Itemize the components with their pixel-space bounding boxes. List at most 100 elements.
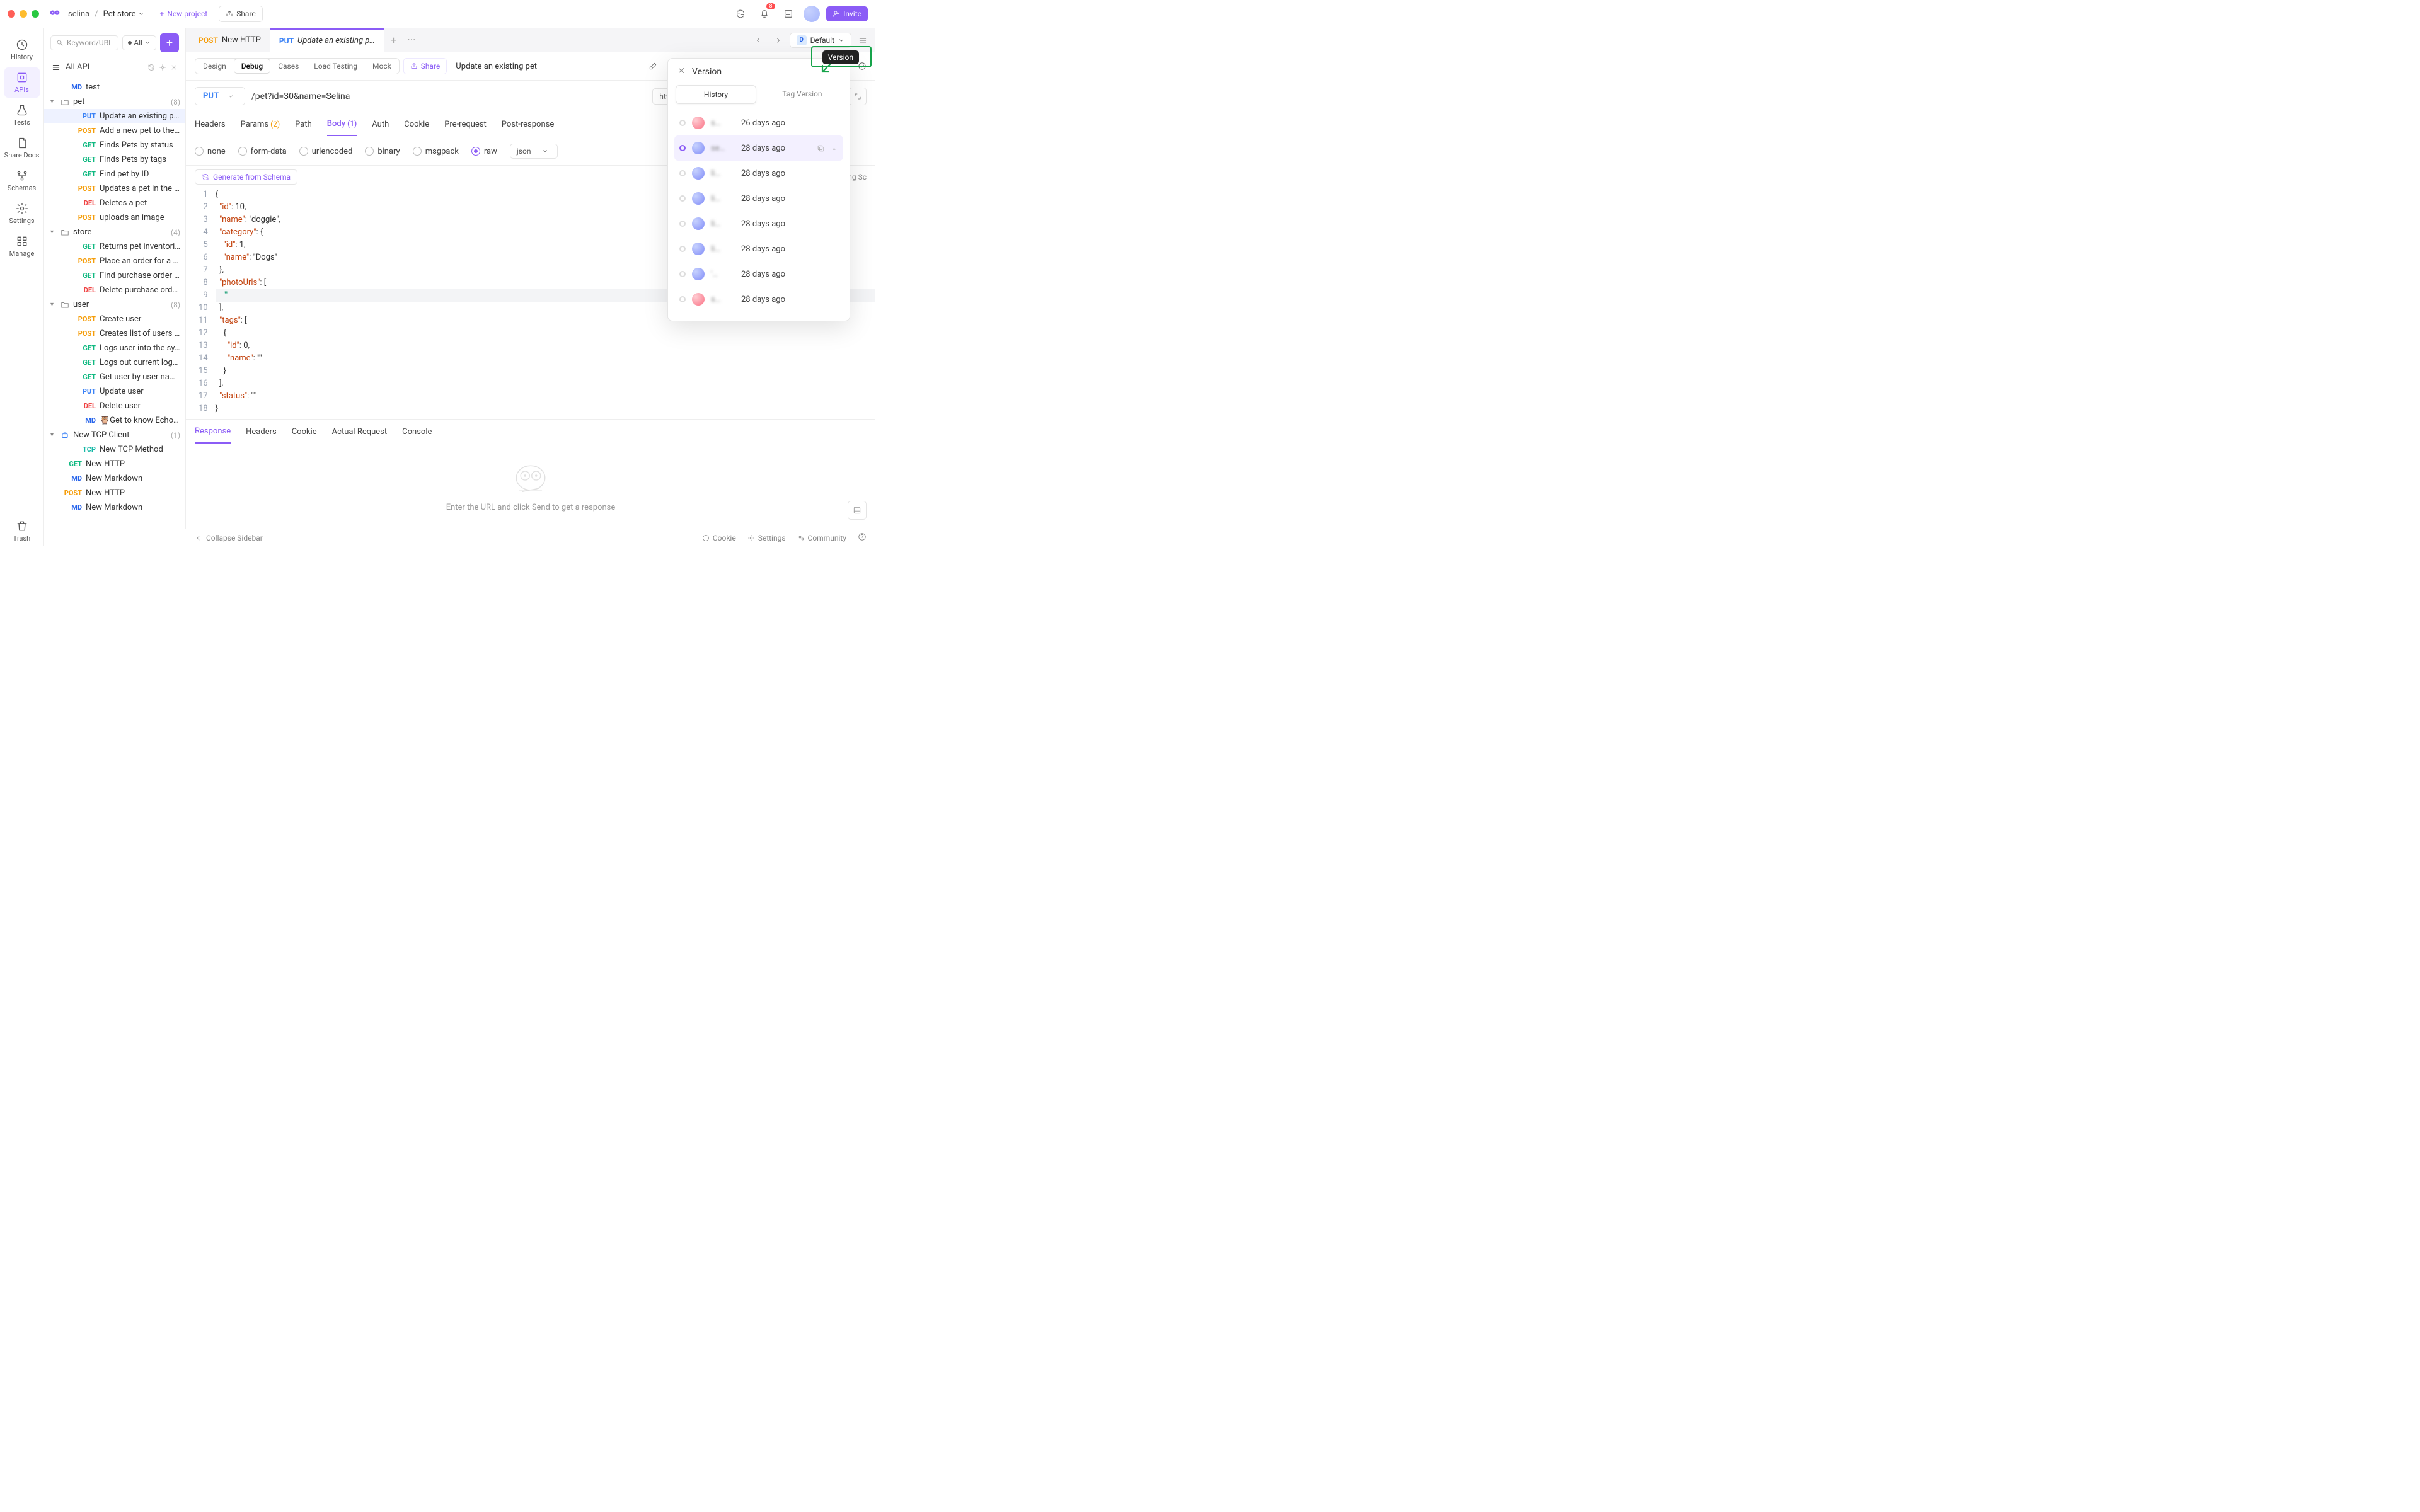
close-window-button[interactable] [8,10,15,18]
rail-tests[interactable]: Tests [4,100,40,130]
search-input[interactable]: Keyword/URL [50,35,118,50]
rail-manage[interactable]: Manage [4,231,40,261]
method-select[interactable]: PUT [195,87,245,105]
refresh-icon[interactable] [147,64,155,71]
reqtab-pre[interactable]: Pre-request [444,113,487,135]
environment-dropdown[interactable]: DDefault [790,33,851,48]
rail-schemas[interactable]: Schemas [4,166,40,196]
subtab-cases[interactable]: Cases [270,59,306,74]
version-row[interactable]: s… 28 days ago [674,287,843,312]
expand-button[interactable] [849,88,867,105]
tree-item[interactable]: POSTUpdates a pet in the … [44,181,185,196]
tree-item[interactable]: DELDelete user [44,399,185,413]
all-api-row[interactable]: All API [44,57,185,77]
filter-dropdown[interactable]: All [122,35,156,50]
version-row[interactable]: li… 28 days ago [674,161,843,186]
more-button[interactable] [858,62,867,71]
resptab-actual[interactable]: Actual Request [332,421,387,443]
rail-apis[interactable]: APIs [4,67,40,98]
rail-trash[interactable]: Trash [4,516,40,546]
invite-button[interactable]: Invite [826,6,868,21]
new-project-button[interactable]: + New project [153,6,214,21]
tree-item[interactable]: GETGet user by user name [44,370,185,384]
notifications-button[interactable]: 8 [756,5,773,23]
rail-settings[interactable]: Settings [4,198,40,229]
rail-history[interactable]: History [4,35,40,65]
tree-item[interactable]: GETLogs out current log… [44,355,185,370]
version-tab-history[interactable]: History [676,85,756,104]
body-binary[interactable]: binary [365,147,400,156]
version-tab-tag[interactable]: Tag Version [763,85,842,104]
reqtab-post[interactable]: Post-response [502,113,554,135]
tree-item[interactable]: MDNew Markdown [44,500,185,515]
tab-update-pet[interactable]: PUTUpdate an existing p… [270,28,384,52]
tab-new-http[interactable]: POSTNew HTTP [190,28,270,52]
tree-item[interactable]: GETFinds Pets by tags [44,152,185,167]
tab-next-button[interactable] [769,32,787,49]
resptab-headers[interactable]: Headers [246,421,277,443]
copy-icon[interactable] [817,144,825,152]
body-raw[interactable]: raw [471,147,497,156]
reqtab-path[interactable]: Path [295,113,312,135]
tree-item[interactable]: GETLogs user into the sy… [44,341,185,355]
workspace-name[interactable]: selina [68,9,89,19]
zoom-window-button[interactable] [32,10,39,18]
generate-from-schema-button[interactable]: Generate from Schema [195,169,297,185]
edit-title-button[interactable] [644,57,662,75]
tree-item[interactable]: POSTAdd a new pet to the … [44,123,185,138]
tree-item[interactable]: DELDeletes a pet [44,196,185,210]
layout-toggle-button[interactable] [848,501,867,520]
tree-item[interactable]: POSTPlace an order for a … [44,254,185,268]
subtab-load[interactable]: Load Testing [306,59,365,74]
version-row[interactable]: se… 28 days ago [674,135,843,161]
tree-item[interactable]: POSTCreates list of users … [44,326,185,341]
share-api-button[interactable]: Share [403,58,447,74]
folder-store[interactable]: ▾store(4) [44,225,185,239]
minimize-window-button[interactable] [20,10,27,18]
resptab-console[interactable]: Console [402,421,432,443]
resptab-cookie[interactable]: Cookie [292,421,317,443]
share-button[interactable]: Share [219,6,263,22]
tree-item[interactable]: MDNew Markdown [44,471,185,486]
folder-user[interactable]: ▾user(8) [44,297,185,312]
tree-item[interactable]: GETNew HTTP [44,457,185,471]
folder-pet[interactable]: ▾pet(8) [44,94,185,109]
resptab-response[interactable]: Response [195,420,231,444]
tree-item[interactable]: PUTUpdate an existing pet [44,109,185,123]
env-settings-button[interactable] [854,32,872,49]
tree-item[interactable]: GETReturns pet inventori… [44,239,185,254]
version-row[interactable]: '… 28 days ago [674,261,843,287]
body-formdata[interactable]: form-data [238,147,287,156]
project-dropdown[interactable]: Pet store [103,9,145,19]
subtab-mock[interactable]: Mock [365,59,399,74]
notes-button[interactable] [780,5,797,23]
version-row[interactable]: s… 26 days ago [674,110,843,135]
version-row[interactable]: li… 28 days ago [674,211,843,236]
tree-item-md[interactable]: MDtest [44,80,185,94]
collapse-sidebar-button[interactable]: Collapse Sidebar [195,534,263,542]
version-row[interactable]: li… 28 days ago [674,236,843,261]
body-urlencoded[interactable]: urlencoded [299,147,353,156]
close-icon[interactable] [170,64,178,71]
tree-item[interactable]: POSTuploads an image [44,210,185,225]
add-button[interactable]: + [160,33,179,52]
subtab-design[interactable]: Design [195,59,234,74]
pin-icon[interactable] [830,144,838,152]
sync-button[interactable] [732,5,749,23]
tree-item[interactable]: DELDelete purchase ord… [44,283,185,297]
tree-item[interactable]: GETFinds Pets by status [44,138,185,152]
version-row[interactable]: li… 28 days ago [674,186,843,211]
subtab-debug[interactable]: Debug [234,59,270,74]
tree-item[interactable]: PUTUpdate user [44,384,185,399]
close-popover-button[interactable] [677,66,686,77]
tab-prev-button[interactable] [749,32,767,49]
status-help[interactable] [858,532,867,543]
reqtab-auth[interactable]: Auth [372,113,389,135]
tree-item[interactable]: TCPNew TCP Method [44,442,185,457]
reqtab-params[interactable]: Params(2) [241,113,280,135]
rail-sharedocs[interactable]: Share Docs [4,133,40,163]
tabs-more-button[interactable]: ⋯ [403,32,420,49]
status-cookie[interactable]: Cookie [702,532,736,543]
reqtab-body[interactable]: Body(1) [327,113,357,136]
locate-icon[interactable] [159,64,166,71]
